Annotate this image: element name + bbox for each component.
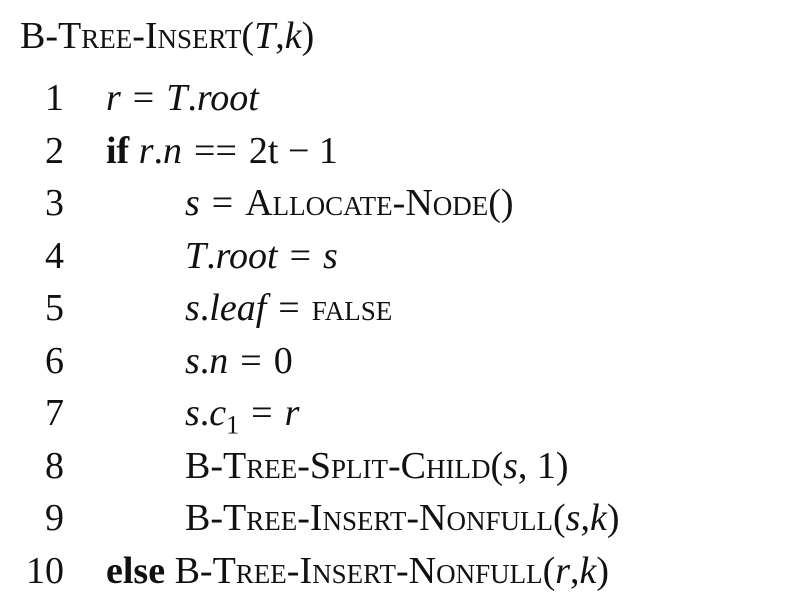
line-3-text: s=Allocate-Node() — [185, 177, 514, 230]
title-arg-t: T — [254, 15, 275, 57]
line-5-text: s.leaf=false — [185, 282, 392, 335]
title-comma: , — [275, 15, 285, 57]
line-number: 2 — [0, 125, 64, 178]
code-line-2: 2 if r.n==2t − 1 — [0, 125, 788, 178]
line-number: 8 — [0, 440, 64, 493]
line-number: 4 — [0, 230, 64, 283]
line-number: 10 — [0, 545, 64, 597]
line-number: 9 — [0, 492, 64, 545]
title-lparen: ( — [241, 15, 254, 57]
code-line-6: 6 s.n=0 — [0, 335, 788, 388]
line-9-text: B-Tree-Insert-Nonfull(s,k) — [185, 492, 619, 545]
pseudocode-page: B-Tree-Insert(T,k) 1 r=T.root 2 if r.n==… — [0, 0, 788, 596]
code-line-10: 10 else B-Tree-Insert-Nonfull(r,k) — [0, 545, 788, 597]
code-line-9: 9 B-Tree-Insert-Nonfull(s,k) — [0, 492, 788, 545]
line-number: 3 — [0, 177, 64, 230]
line-1-text: r=T.root — [106, 72, 259, 125]
keyword-if: if — [106, 130, 129, 172]
code-line-5: 5 s.leaf=false — [0, 282, 788, 335]
line-number: 1 — [0, 72, 64, 125]
title-arg-k: k — [285, 15, 302, 57]
code-line-7: 7 s.c1=r — [0, 387, 788, 440]
line-10-text: else B-Tree-Insert-Nonfull(r,k) — [106, 545, 609, 597]
code-line-3: 3 s=Allocate-Node() — [0, 177, 788, 230]
procedure-header: B-Tree-Insert(T,k) — [20, 6, 314, 66]
procedure-name: B-Tree-Insert — [20, 15, 241, 57]
line-6-text: s.n=0 — [185, 335, 293, 388]
keyword-else: else — [106, 550, 165, 592]
line-4-text: T.root=s — [185, 230, 338, 283]
code-line-1: 1 r=T.root — [0, 72, 788, 125]
code-line-8: 8 B-Tree-Split-Child(s, 1) — [0, 440, 788, 493]
line-number: 5 — [0, 282, 64, 335]
line-number: 7 — [0, 387, 64, 440]
title-rparen: ) — [302, 15, 315, 57]
line-8-text: B-Tree-Split-Child(s, 1) — [185, 440, 569, 493]
line-number: 6 — [0, 335, 64, 388]
line-2-text: if r.n==2t − 1 — [106, 125, 338, 178]
code-line-4: 4 T.root=s — [0, 230, 788, 283]
code-block: 1 r=T.root 2 if r.n==2t − 1 3 s=Allocate… — [0, 72, 788, 597]
